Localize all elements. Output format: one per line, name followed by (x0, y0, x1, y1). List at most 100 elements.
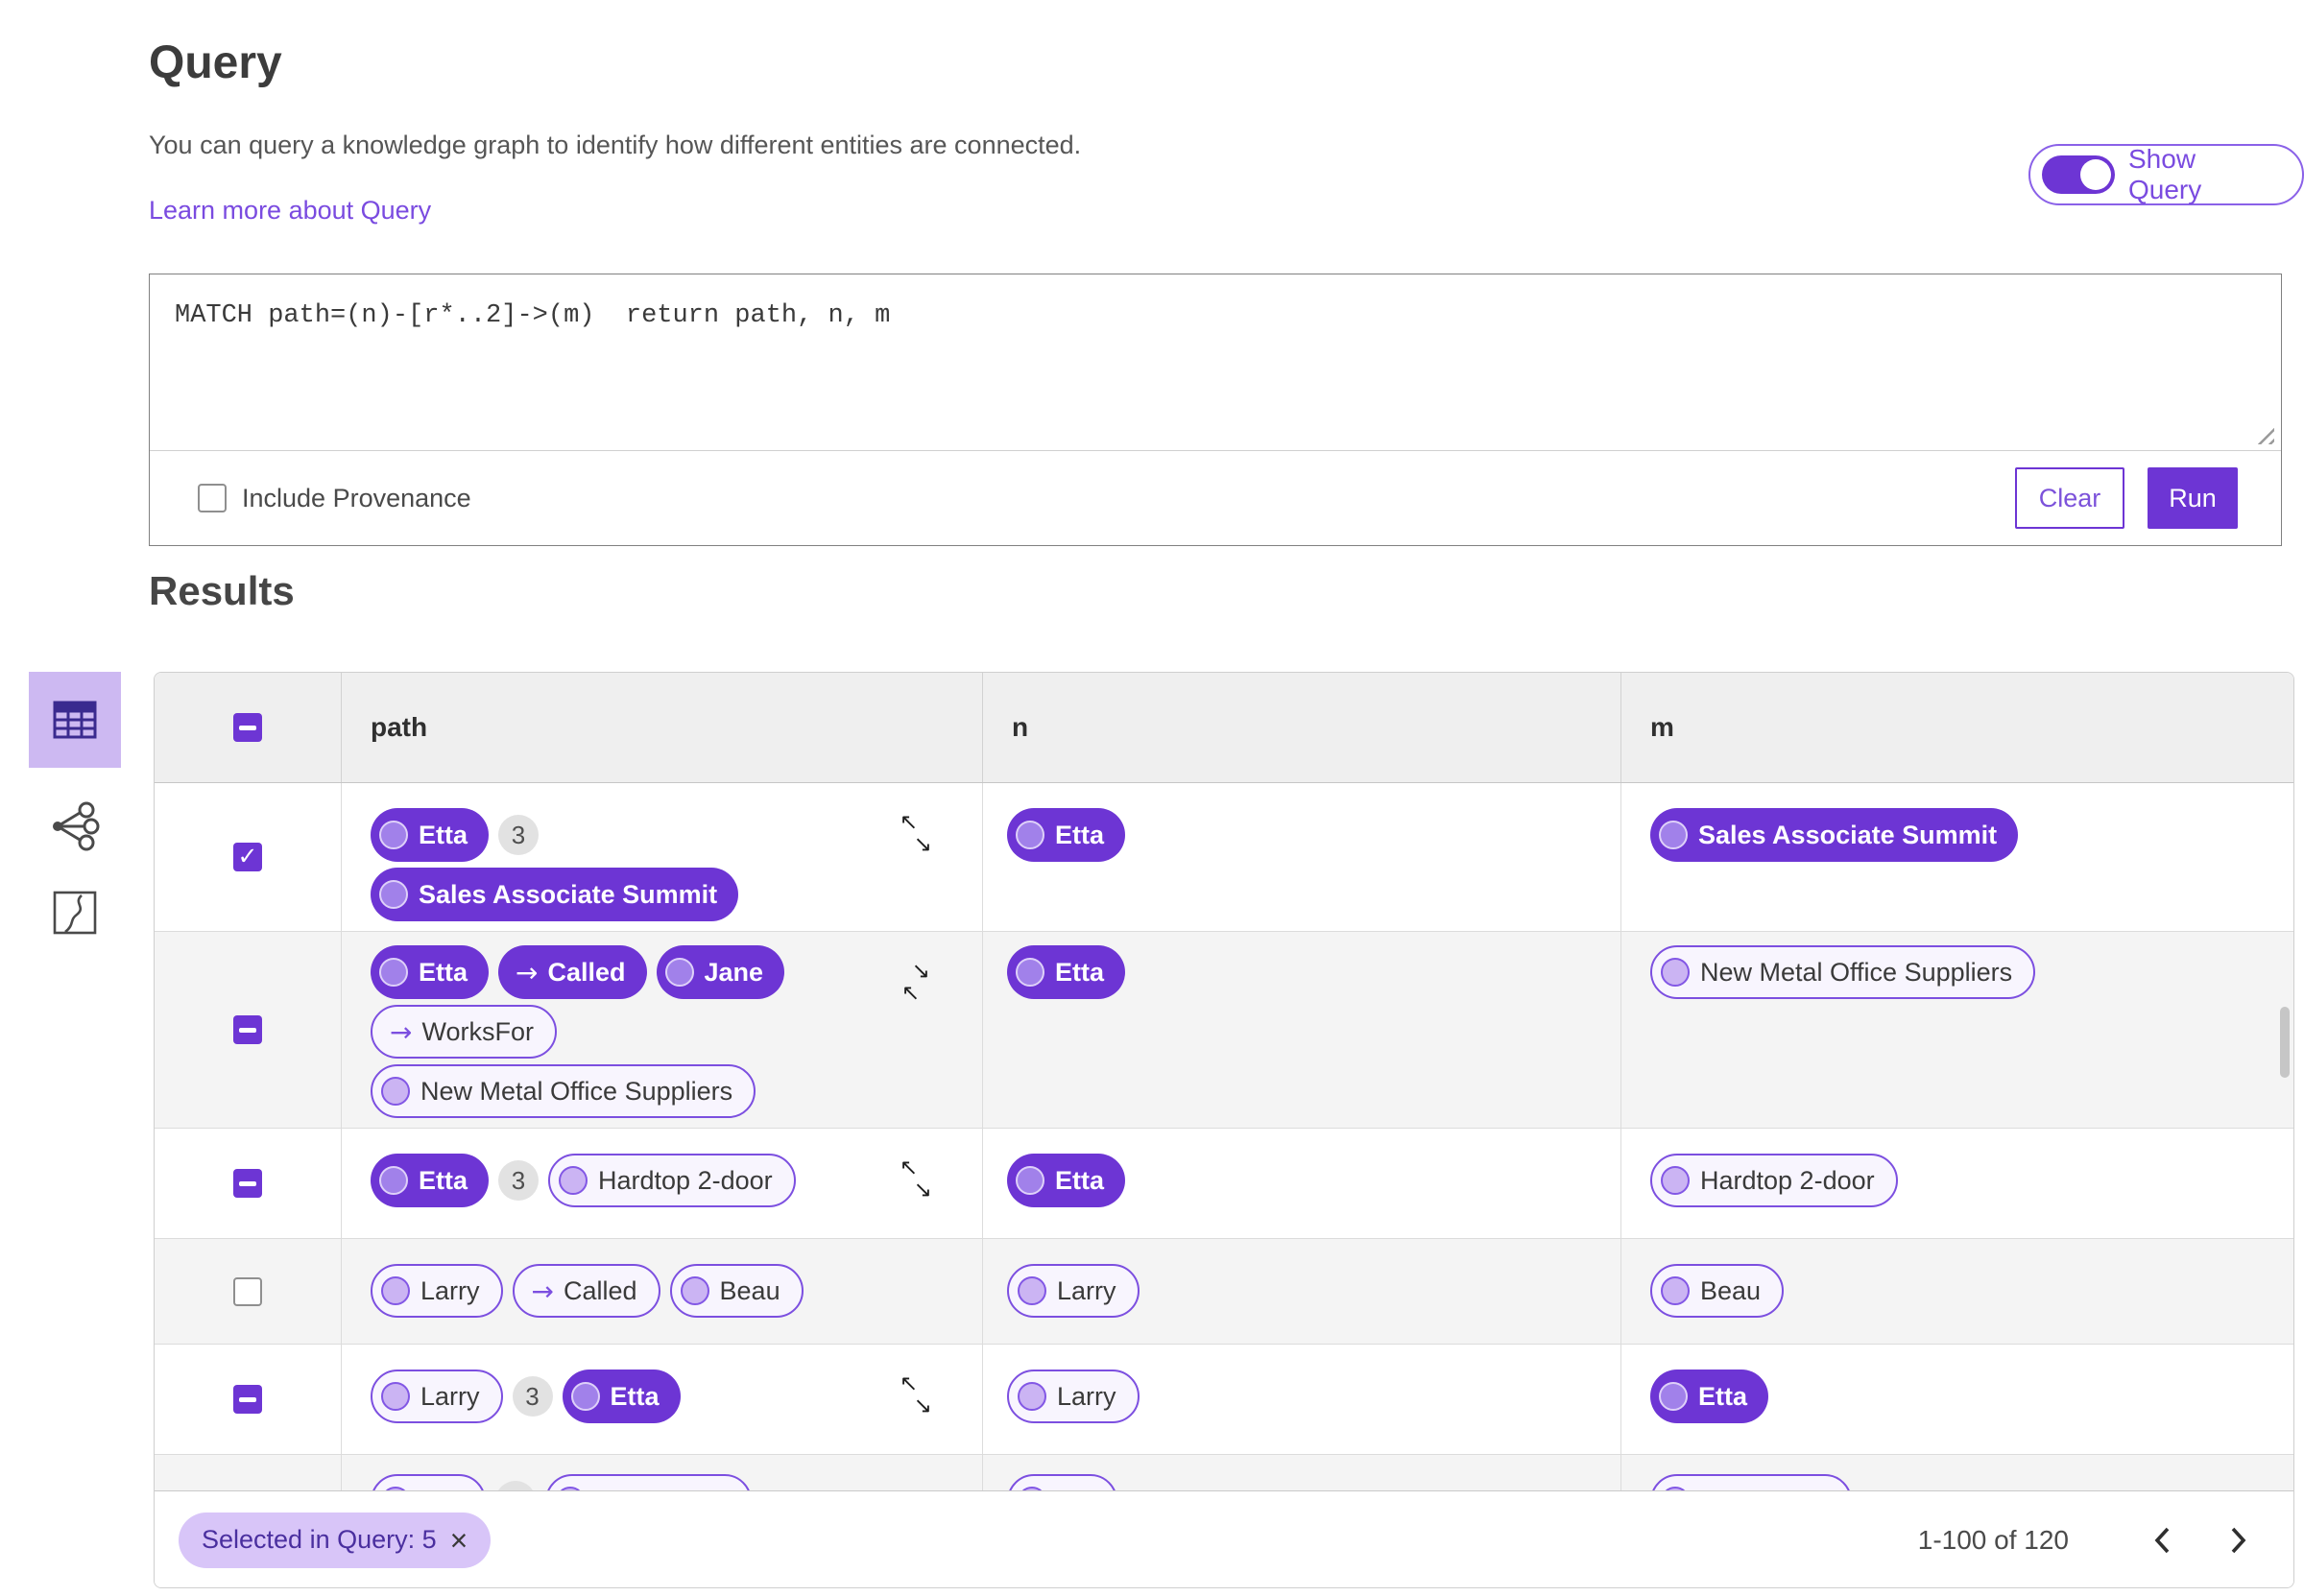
pill-label: Hardtop 2-door (1700, 1165, 1875, 1195)
edge-arrow-icon: → (516, 956, 539, 989)
pill-label: Larry (1057, 1381, 1116, 1411)
node-pill[interactable]: Hardtop 2-door (548, 1154, 796, 1207)
pill-label: Etta (419, 820, 468, 849)
node-pill[interactable]: New Metal Office Suppliers (371, 1064, 756, 1118)
next-page-button[interactable] (2228, 1526, 2247, 1555)
scrollbar-thumb[interactable] (2280, 1007, 2290, 1078)
table-row: Etta → Called Jane → WorksFor New Metal Office… (155, 932, 2293, 1129)
pill-label: Hardtop 2-door (598, 1165, 773, 1195)
chevron-left-icon (2154, 1527, 2170, 1553)
pill-label: Beau (719, 1275, 780, 1305)
node-pill[interactable]: Larry (371, 1370, 503, 1423)
node-pill[interactable]: Etta (371, 1154, 490, 1207)
node-circle-icon (1016, 821, 1044, 849)
map-view-button[interactable] (29, 885, 121, 941)
query-editor-area (150, 274, 2281, 450)
prev-page-button[interactable] (2153, 1526, 2172, 1555)
learn-more-link[interactable]: Learn more about Query (149, 196, 431, 226)
show-query-toggle[interactable]: Show Query (2028, 144, 2304, 205)
select-all-checkbox[interactable] (233, 713, 262, 742)
pill-label: Etta (1698, 1381, 1748, 1411)
node-circle-icon (664, 958, 694, 987)
node-pill[interactable]: Etta (1007, 808, 1126, 862)
node-pill[interactable]: Beau (669, 1264, 804, 1318)
selected-in-query-chip[interactable]: Selected in Query: 5 × (179, 1512, 492, 1568)
query-textarea[interactable] (150, 274, 2281, 450)
node-pill[interactable]: Etta (1650, 1370, 1769, 1423)
column-header-n: n (983, 673, 1621, 782)
path-count-badge[interactable] (495, 1481, 536, 1490)
node-circle-icon (1661, 1276, 1690, 1305)
node-circle-icon (1018, 1487, 1046, 1490)
expand-cell-icon[interactable]: ↖ ↘ (900, 1373, 932, 1417)
node-pill[interactable]: Beau (1650, 1264, 1785, 1318)
node-pill[interactable]: Jane (656, 945, 785, 999)
edge-pill[interactable]: → Called (498, 945, 647, 999)
expand-cell-icon[interactable]: ↖ ↘ (900, 1157, 932, 1202)
node-pill[interactable]: Etta (371, 808, 490, 862)
node-pill[interactable] (545, 1474, 752, 1490)
toggle-switch-icon[interactable] (2042, 155, 2115, 194)
row-checkbox[interactable] (233, 1169, 262, 1198)
path-count-badge[interactable]: 3 (512, 1376, 553, 1417)
row-checkbox[interactable] (233, 1015, 262, 1044)
node-circle-icon (556, 1487, 585, 1490)
pagination-label: 1-100 of 120 (1917, 1524, 2069, 1555)
results-heading: Results (149, 568, 295, 613)
node-pill[interactable]: Sales Associate Summit (1650, 808, 2019, 862)
pill-label: Etta (610, 1381, 660, 1411)
pill-label: Called (547, 957, 626, 987)
node-circle-icon (381, 1487, 410, 1490)
clear-button[interactable]: Clear (2015, 467, 2124, 529)
page-description: You can query a knowledge graph to ident… (149, 131, 1082, 159)
pill-label: WorksFor (421, 1016, 534, 1046)
table-view-button[interactable] (29, 672, 121, 768)
node-pill[interactable]: Larry (1007, 1264, 1140, 1318)
pill-label: Called (563, 1275, 637, 1305)
run-button[interactable]: Run (2148, 467, 2238, 529)
node-pill[interactable]: Larry (1007, 1370, 1140, 1423)
node-circle-icon (381, 1382, 410, 1411)
chip-close-icon[interactable]: × (450, 1525, 468, 1556)
node-circle-icon (379, 821, 408, 849)
node-circle-icon (1661, 1487, 1690, 1490)
row-checkbox[interactable] (233, 843, 262, 871)
pill-label: Etta (1055, 1165, 1105, 1195)
edge-pill[interactable]: → Called (512, 1264, 660, 1318)
node-pill[interactable]: Sales Associate Summit (371, 868, 739, 921)
table-view-icon (53, 701, 97, 739)
query-editor-card: Include Provenance Clear Run (149, 274, 2282, 546)
pill-label: Sales Associate Summit (419, 879, 718, 909)
row-checkbox[interactable] (233, 1276, 262, 1306)
node-circle-icon (570, 1382, 600, 1411)
graph-view-button[interactable] (29, 798, 121, 854)
column-header-m: m (1650, 712, 1674, 742)
expand-cell-icon[interactable]: ↖ ↘ (900, 812, 932, 856)
pagination: 1-100 of 120 (1918, 1525, 2247, 1556)
node-pill[interactable]: Etta (1007, 1154, 1126, 1207)
node-pill[interactable]: Larry (371, 1264, 503, 1318)
edge-pill[interactable]: → WorksFor (371, 1005, 557, 1059)
table-footer: Selected in Query: 5 × 1-100 of 120 (155, 1490, 2293, 1587)
node-circle-icon (1659, 1382, 1688, 1411)
column-header-path: path (342, 673, 983, 782)
include-provenance-checkbox[interactable] (198, 484, 227, 512)
path-count-badge[interactable]: 3 (498, 1160, 540, 1201)
chevron-right-icon (2231, 1527, 2246, 1553)
node-pill[interactable]: Etta (1007, 945, 1126, 999)
node-pill[interactable] (1007, 1474, 1117, 1490)
row-checkbox[interactable] (233, 1385, 262, 1414)
node-pill[interactable] (371, 1474, 486, 1490)
node-pill[interactable]: Etta (371, 945, 490, 999)
pill-label: Jane (704, 957, 764, 987)
node-pill[interactable]: New Metal Office Suppliers (1650, 945, 2036, 999)
node-pill[interactable]: Etta (562, 1370, 681, 1423)
page-title: Query (149, 37, 282, 88)
path-count-badge[interactable]: 3 (498, 815, 540, 855)
table-row (155, 1455, 2293, 1490)
node-pill[interactable] (1650, 1474, 1852, 1490)
pill-label: Etta (419, 1165, 468, 1195)
collapse-cell-icon[interactable]: ↘ ↖ (900, 961, 932, 1005)
node-circle-icon (1016, 958, 1044, 987)
node-pill[interactable]: Hardtop 2-door (1650, 1154, 1898, 1207)
